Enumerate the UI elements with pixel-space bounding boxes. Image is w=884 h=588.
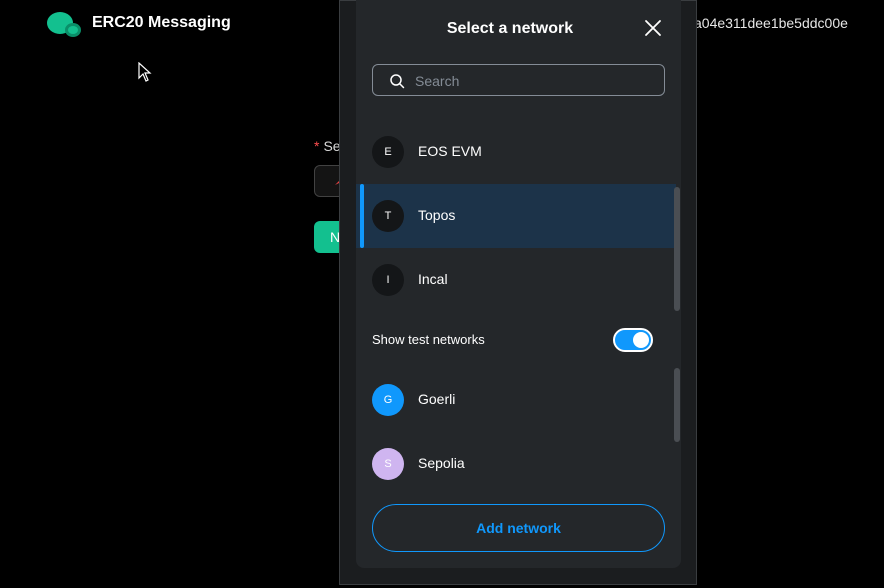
network-item-topos[interactable]: T Topos — [356, 184, 676, 248]
wallet-address[interactable]: a04e311dee1be5ddc00e — [694, 15, 848, 31]
required-mark: * — [314, 138, 320, 154]
network-avatar: E — [372, 136, 404, 168]
network-list-scrollbar[interactable] — [674, 187, 680, 311]
network-item-eos-evm[interactable]: E EOS EVM — [356, 120, 676, 184]
network-name: Incal — [418, 271, 448, 287]
network-item-sepolia[interactable]: S Sepolia — [356, 432, 676, 496]
search-input[interactable] — [413, 65, 657, 97]
network-name: Goerli — [418, 391, 456, 407]
network-name: Topos — [418, 207, 456, 223]
toggle-knob — [633, 332, 649, 348]
show-test-networks-toggle[interactable] — [613, 328, 653, 352]
network-name: Sepolia — [418, 455, 465, 471]
show-test-networks-label: Show test networks — [372, 332, 485, 347]
network-avatar: S — [372, 448, 404, 480]
network-name: EOS EVM — [418, 143, 482, 159]
search-field[interactable] — [372, 64, 665, 97]
network-avatar: G — [372, 384, 404, 416]
selected-indicator — [360, 184, 364, 248]
field-label-text: Se — [323, 138, 341, 154]
network-avatar: T — [372, 200, 404, 232]
search-icon — [390, 74, 405, 89]
network-avatar: I — [372, 264, 404, 296]
network-item-goerli[interactable]: G Goerli — [356, 368, 676, 432]
modal-title: Select a network — [446, 20, 574, 37]
close-icon[interactable] — [643, 18, 663, 38]
network-item-incal[interactable]: I Incal — [356, 248, 676, 312]
test-network-scrollbar[interactable] — [674, 368, 680, 442]
cursor-icon — [138, 62, 152, 82]
network-field-label: * Se — [314, 138, 341, 154]
add-network-button[interactable]: Add network — [372, 504, 665, 552]
app-title: ERC20 Messaging — [92, 14, 231, 31]
show-test-networks-row: Show test networks — [356, 320, 676, 360]
network-modal: Select a network E EOS EVM T Topos I Inc… — [356, 0, 681, 568]
logo-icon — [47, 12, 81, 37]
